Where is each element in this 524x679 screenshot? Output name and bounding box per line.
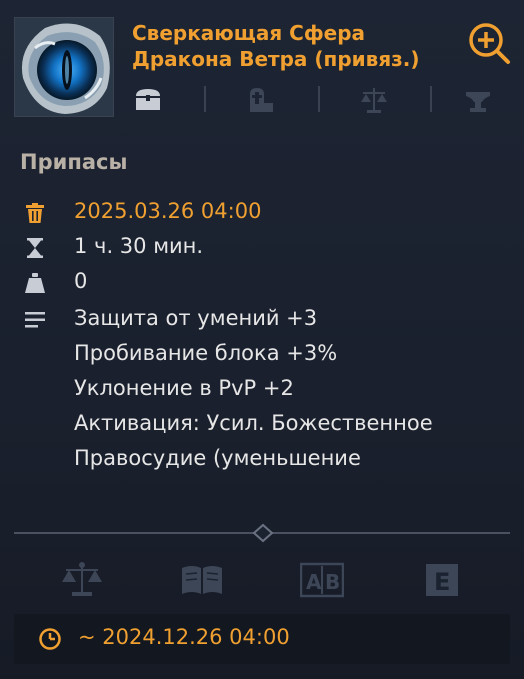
expiry-date: 2025.03.26 04:00 (74, 199, 262, 223)
open-book-icon[interactable] (180, 560, 224, 600)
meta-separator (430, 86, 432, 112)
footer-bar: ~ 2024.12.26 04:00 (14, 614, 510, 664)
trash-icon (24, 202, 46, 224)
clock-icon (38, 627, 62, 651)
weight-icon (24, 272, 46, 294)
scales-icon (358, 84, 390, 116)
hourglass-icon (24, 237, 46, 259)
item-meta-icons (132, 84, 502, 116)
effect-line: Активация: Усил. Божественное (74, 411, 433, 435)
grave-weight-icon (244, 84, 276, 116)
item-tooltip-panel: Сверкающая Сфера Дракона Ветра (привяз.) (0, 0, 524, 679)
bottom-action-bar: A B E (14, 556, 510, 604)
effect-line: Защита от умений +3 (74, 306, 318, 330)
zoom-in-icon[interactable] (466, 20, 512, 66)
anvil-icon (462, 84, 494, 116)
item-title-line1: Сверкающая Сфера (132, 21, 366, 45)
effect-line: Уклонение в PvP +2 (74, 376, 294, 400)
item-title: Сверкающая Сфера Дракона Ветра (привяз.) (132, 20, 452, 72)
description-icon (24, 309, 46, 331)
ab-compare-icon[interactable]: A B (299, 560, 345, 600)
meta-separator (318, 86, 320, 112)
svg-text:B: B (325, 570, 340, 594)
storage-chest-icon (132, 84, 164, 116)
effect-line: Правосудие (уменьшение (74, 446, 361, 470)
weight-value: 0 (74, 269, 88, 293)
section-divider (14, 522, 510, 544)
section-title: Припасы (20, 150, 128, 174)
item-title-line2: Дракона Ветра (привяз.) (132, 47, 420, 71)
e-key-icon[interactable]: E (420, 560, 464, 600)
svg-text:A: A (306, 570, 322, 594)
dragon-eye-orb-icon (14, 17, 114, 117)
meta-separator (204, 86, 206, 112)
duration: 1 ч. 30 мин. (74, 234, 204, 258)
svg-text:E: E (434, 568, 450, 596)
footer-date: ~ 2024.12.26 04:00 (78, 625, 290, 649)
effect-line: Пробивание блока +3% (74, 341, 338, 365)
scales-icon[interactable] (60, 560, 104, 600)
